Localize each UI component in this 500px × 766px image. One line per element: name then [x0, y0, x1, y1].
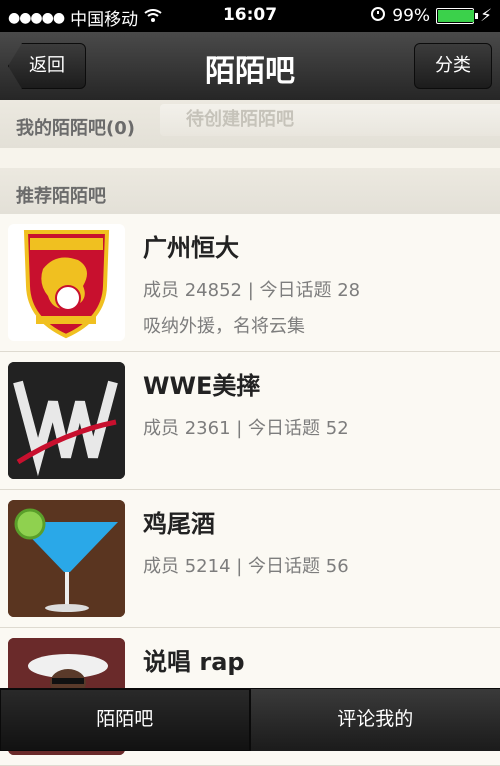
alarm-icon: [370, 5, 386, 26]
item-name: 鸡尾酒: [143, 504, 215, 539]
list-item[interactable]: 鸡尾酒 成员 5214 | 今日话题 56: [0, 490, 500, 628]
nav-bar: 返回 陌陌吧 分类: [0, 32, 500, 101]
momo-list: 广州恒大 成员 24852 | 今日话题 28 吸纳外援，名将云集 WWE美摔 …: [0, 214, 500, 766]
my-momo-header: 我的陌陌吧(0) 待创建陌陌吧: [0, 100, 500, 149]
tab-comments-to-me[interactable]: 评论我的: [250, 689, 500, 751]
item-name: WWE美摔: [143, 366, 260, 401]
battery-percent: 99%: [392, 6, 430, 26]
wwe-logo-icon: [8, 362, 125, 479]
item-name: 广州恒大: [143, 228, 239, 263]
cocktail-glass-icon: [8, 500, 125, 617]
tab-momo-bar[interactable]: 陌陌吧: [0, 689, 250, 751]
evergrande-crest-icon: [8, 224, 125, 341]
category-button[interactable]: 分类: [414, 43, 492, 89]
charging-icon: ⚡: [480, 6, 492, 26]
list-item[interactable]: 广州恒大 成员 24852 | 今日话题 28 吸纳外援，名将云集: [0, 214, 500, 352]
item-meta: 成员 5214 | 今日话题 56: [143, 552, 349, 578]
section-spacer: [0, 148, 500, 168]
list-item[interactable]: WWE美摔 成员 2361 | 今日话题 52: [0, 352, 500, 490]
item-name: 说唱 rap: [143, 642, 245, 677]
battery-icon: [436, 8, 474, 24]
battery-fill: [438, 10, 474, 22]
tab-bar: 陌陌吧 评论我的: [0, 688, 500, 751]
status-right: 99% ⚡: [370, 5, 492, 26]
item-desc: 吸纳外援，名将云集: [143, 312, 305, 338]
recommended-label: 推荐陌陌吧: [16, 182, 106, 208]
pending-create-box[interactable]: 待创建陌陌吧: [160, 104, 500, 136]
status-bar: ●●●●● 中国移动 16:07 99% ⚡: [0, 0, 500, 32]
my-momo-label: 我的陌陌吧(0): [16, 114, 135, 140]
item-meta: 成员 24852 | 今日话题 28: [143, 276, 360, 302]
item-meta: 成员 2361 | 今日话题 52: [143, 414, 349, 440]
recommended-header: 推荐陌陌吧: [0, 168, 500, 215]
